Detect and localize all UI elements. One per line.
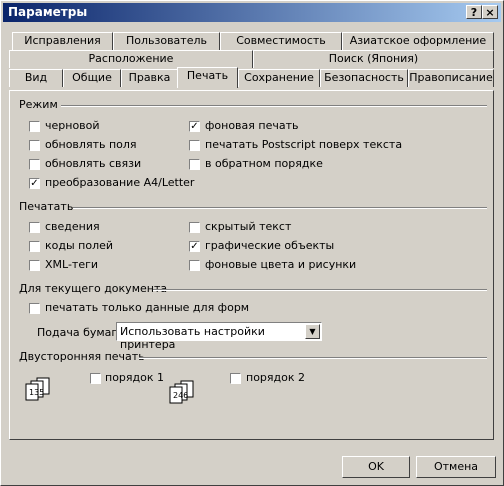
update-links-checkbox[interactable] [29,159,40,170]
chevron-down-icon[interactable]: ▼ [305,324,320,339]
field-codes-label: коды полей [45,239,114,252]
title-bar: Параметры ? × [3,3,501,22]
close-button[interactable]: × [482,5,498,19]
forms-data-checkbox[interactable] [29,303,40,314]
paper-source-value: Использовать настройки принтера [120,325,265,351]
hidden-text-checkbox[interactable] [189,222,200,233]
hidden-text-label: скрытый текст [205,220,292,233]
duplex-group-title: Двусторонняя печать [19,350,145,363]
background-colors-checkbox[interactable] [189,260,200,271]
update-fields-label: обновлять поля [45,138,137,151]
document-divider [153,289,487,291]
tab-save[interactable]: Сохранение [238,69,320,87]
paper-source-label: Подача бумаги: [37,326,129,339]
tab-security[interactable]: Безопасность [320,69,408,87]
background-print-label: фоновая печать [205,119,299,132]
mode-divider [61,105,487,107]
info-label: сведения [45,220,100,233]
postscript-label: печатать Postscript поверх текста [205,138,403,151]
graphics-checkbox[interactable]: ✓ [189,241,200,252]
draft-checkbox[interactable] [29,121,40,132]
tab-print[interactable]: Печать [177,67,238,88]
order1-label: порядок 1 [105,371,164,384]
background-print-checkbox[interactable]: ✓ [189,121,200,132]
xml-tags-label: XML-теги [45,258,99,271]
tab-compatibility[interactable]: Совместимость [220,32,342,50]
a4-letter-label: преобразование A4/Letter [45,176,195,189]
duplex-divider [139,357,487,359]
pages-odd-text: 135 [29,388,45,397]
tab-edit[interactable]: Правка [121,69,178,87]
update-links-label: обновлять связи [45,157,142,170]
background-colors-label: фоновые цвета и рисунки [205,258,357,271]
ok-button[interactable]: OK [342,456,410,478]
order2-checkbox[interactable] [230,373,241,384]
tab-view[interactable]: Вид [9,69,63,87]
pages-even-text: 246 [173,391,189,400]
a4-letter-checkbox[interactable]: ✓ [29,178,40,189]
info-checkbox[interactable] [29,222,40,233]
draft-label: черновой [45,119,100,132]
tab-general[interactable]: Общие [63,69,121,87]
options-dialog: Параметры ? × Исправления Пользователь С… [0,0,504,486]
order1-checkbox[interactable] [90,373,101,384]
print-divider [73,207,487,209]
postscript-checkbox[interactable] [189,140,200,151]
tab-corrections[interactable]: Исправления [12,32,113,50]
tab-user[interactable]: Пользователь [113,32,220,50]
reverse-order-label: в обратном порядке [205,157,323,170]
help-button[interactable]: ? [466,5,482,19]
window-title: Параметры [8,5,88,19]
forms-data-label: печатать только данные для форм [45,301,250,314]
tab-layout[interactable]: Расположение [9,50,253,68]
print-group-title: Печатать [19,200,74,213]
document-group-title: Для текущего документа [19,282,168,295]
reverse-order-checkbox[interactable] [189,159,200,170]
update-fields-checkbox[interactable] [29,140,40,151]
field-codes-checkbox[interactable] [29,241,40,252]
tab-spelling[interactable]: Правописание [408,69,494,87]
paper-source-select[interactable]: Использовать настройки принтера ▼ [116,322,322,351]
tab-search-japan[interactable]: Поиск (Япония) [253,50,494,68]
graphics-label: графические объекты [205,239,335,252]
tab-asian-layout[interactable]: Азиатское оформление [342,32,494,50]
order2-label: порядок 2 [246,371,305,384]
xml-tags-checkbox[interactable] [29,260,40,271]
mode-group-title: Режим [19,98,58,111]
cancel-button[interactable]: Отмена [416,456,496,478]
